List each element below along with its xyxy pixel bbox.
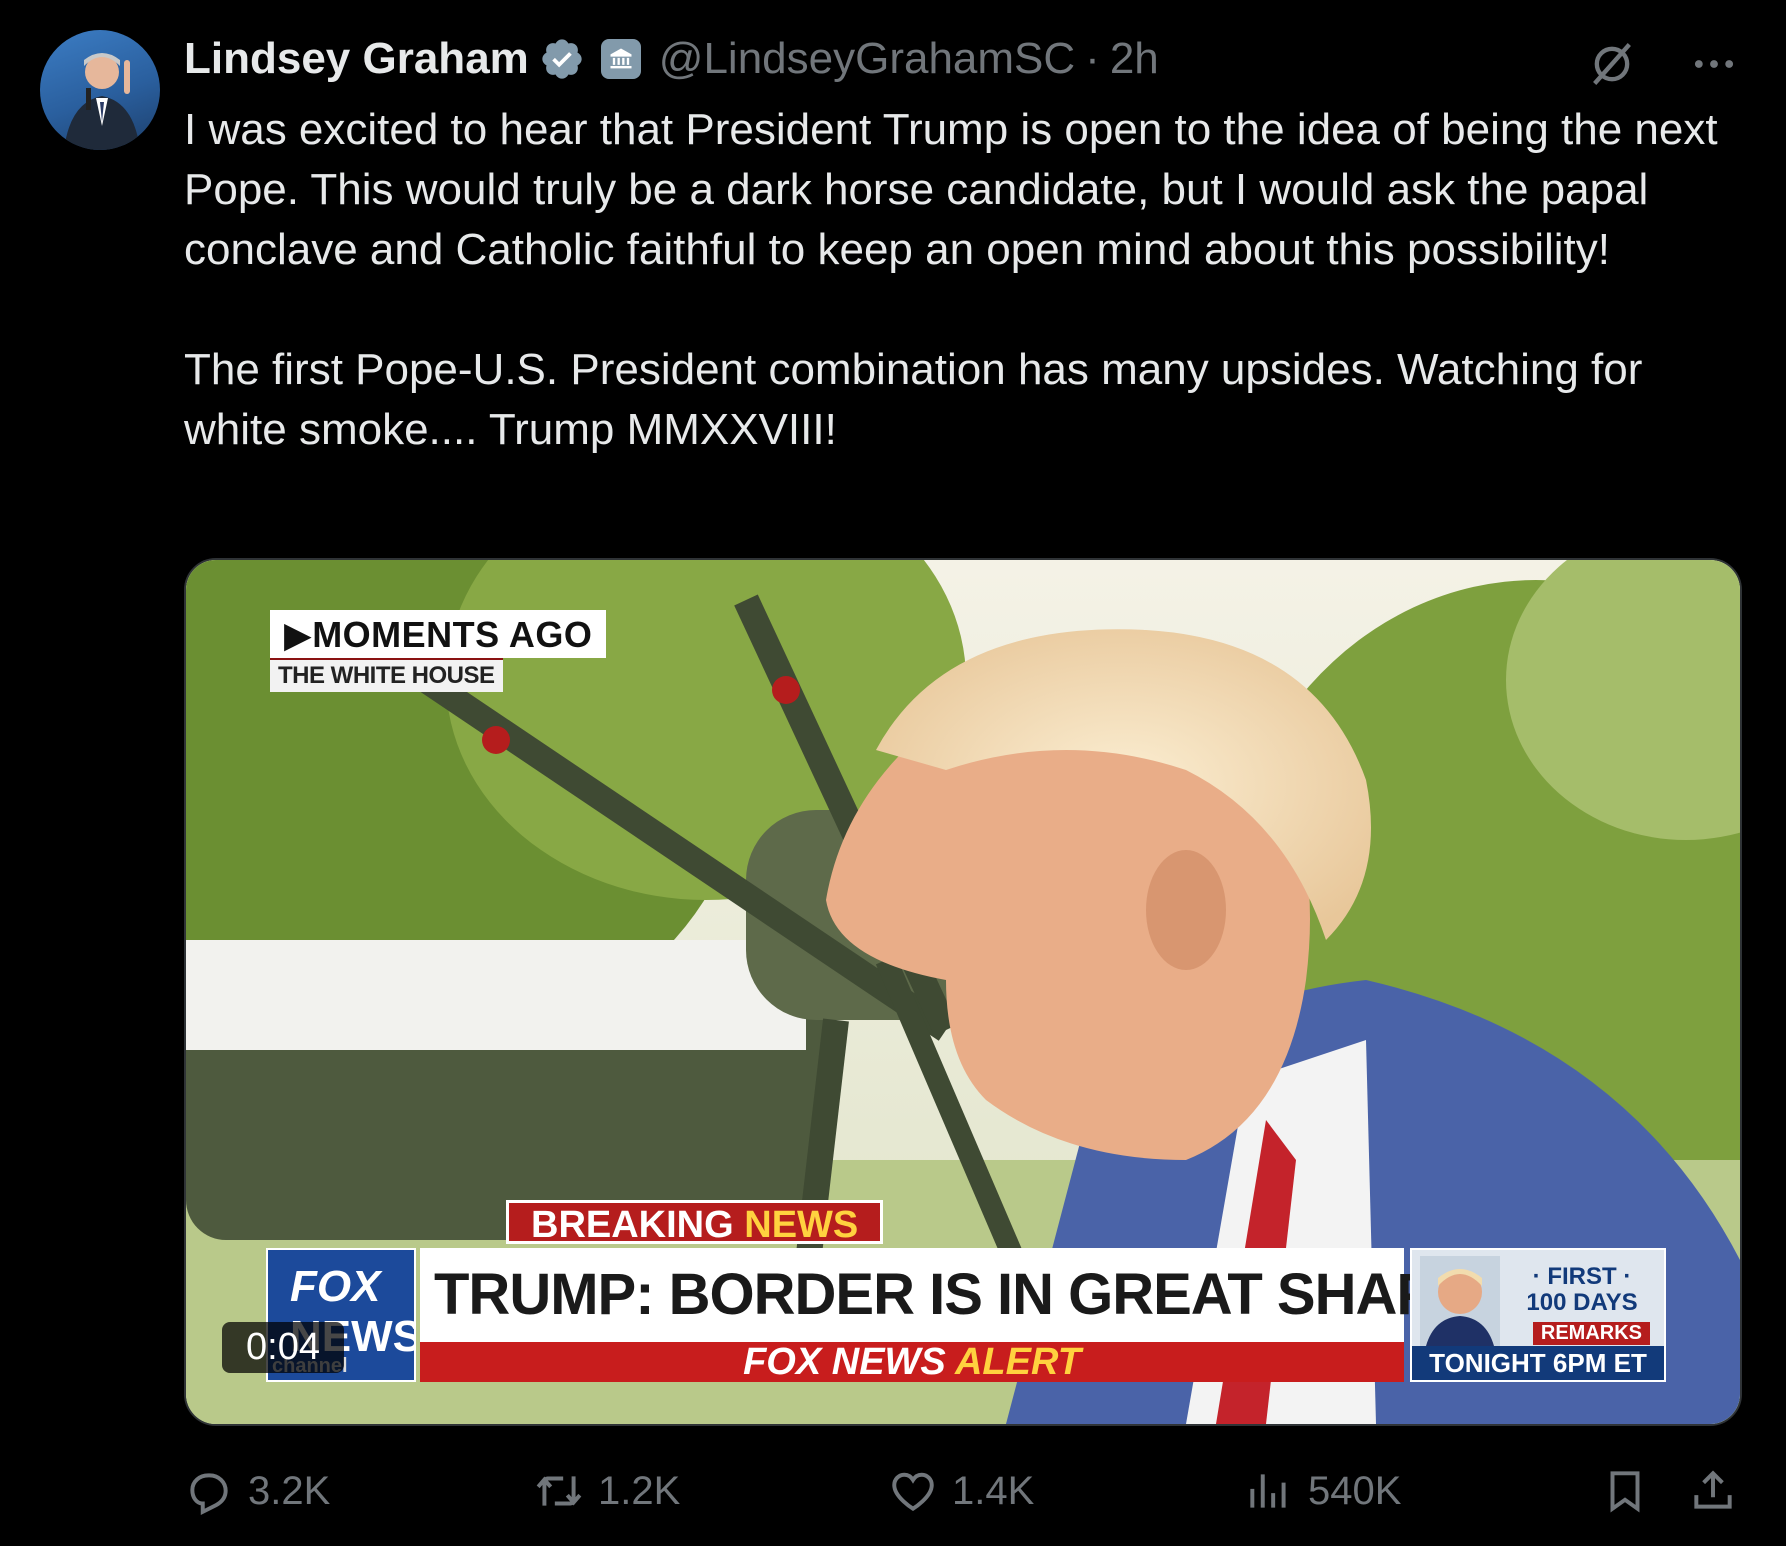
video-player[interactable]: ▶MOMENTS AGO THE WHITE HOUSE BREAKING NE… bbox=[184, 558, 1742, 1426]
repost-count: 1.2K bbox=[598, 1468, 681, 1513]
moments-ago-tag: ▶MOMENTS AGO THE WHITE HOUSE bbox=[270, 610, 607, 692]
tweet-paragraph-2: The first Pope-U.S. President combinatio… bbox=[184, 345, 1643, 454]
promo-title: · FIRST · 100 DAYS bbox=[1512, 1264, 1652, 1316]
repost-icon bbox=[536, 1476, 582, 1506]
timestamp[interactable]: 2h bbox=[1110, 34, 1159, 84]
logo-line-1: FOX bbox=[290, 1262, 381, 1311]
news-label: NEWS bbox=[744, 1204, 859, 1246]
fox-news-alert-bar: FOX NEWS ALERT bbox=[420, 1342, 1404, 1382]
tweet[interactable]: Lindsey Graham @LindseyGrahamSC · 2h I w… bbox=[0, 0, 1786, 1546]
tweet-paragraph-1: I was excited to hear that President Tru… bbox=[184, 105, 1718, 274]
avatar[interactable] bbox=[40, 30, 160, 150]
verified-badge-icon[interactable] bbox=[539, 36, 585, 82]
bookmark-icon bbox=[1610, 1471, 1640, 1513]
reply-icon bbox=[190, 1473, 228, 1516]
heart-icon bbox=[892, 1472, 934, 1512]
moments-ago-label: MOMENTS AGO bbox=[312, 614, 593, 655]
news-headline: TRUMP: BORDER IS IN GREAT SHAPE bbox=[420, 1248, 1473, 1342]
promo-days: 100 DAYS bbox=[1526, 1289, 1638, 1316]
breaking-label: BREAKING bbox=[531, 1204, 734, 1246]
action-bar: 3.2K 1.2K 1.4K 540K bbox=[184, 1456, 1738, 1526]
like-button[interactable]: 1.4K bbox=[888, 1456, 1034, 1526]
tweet-header: Lindsey Graham @LindseyGrahamSC · 2h bbox=[184, 28, 1746, 90]
location-label: THE WHITE HOUSE bbox=[270, 658, 503, 692]
video-duration: 0:04 bbox=[222, 1322, 344, 1373]
promo-box: · FIRST · 100 DAYS REMARKS TONIGHT 6PM E… bbox=[1410, 1248, 1666, 1382]
more-options-icon[interactable] bbox=[1688, 38, 1740, 90]
separator: · bbox=[1085, 34, 1100, 83]
government-building-icon[interactable] bbox=[600, 39, 641, 79]
tweet-text: I was excited to hear that President Tru… bbox=[184, 100, 1744, 460]
promo-first: · FIRST · bbox=[1532, 1263, 1632, 1290]
promo-remarks: REMARKS bbox=[1532, 1322, 1650, 1345]
avatar-image bbox=[64, 53, 140, 150]
reply-button[interactable]: 3.2K bbox=[184, 1456, 330, 1526]
alert-prefix: FOX NEWS bbox=[743, 1341, 946, 1383]
like-count: 1.4K bbox=[952, 1468, 1035, 1513]
share-button[interactable] bbox=[1688, 1456, 1738, 1526]
alert-word: ALERT bbox=[954, 1341, 1081, 1383]
handle[interactable]: @LindseyGrahamSC bbox=[659, 34, 1075, 84]
views-count: 540K bbox=[1308, 1468, 1402, 1513]
news-lower-third: BREAKING NEWS FOX NEWS channel TRUMP: BO… bbox=[266, 1200, 1666, 1400]
repost-button[interactable]: 1.2K bbox=[534, 1456, 680, 1526]
share-icon bbox=[1694, 1470, 1732, 1509]
breaking-news-banner: BREAKING NEWS bbox=[506, 1200, 884, 1246]
views-chart-icon bbox=[1250, 1474, 1286, 1508]
grok-icon[interactable] bbox=[1586, 38, 1638, 90]
reply-count: 3.2K bbox=[248, 1468, 331, 1513]
views-button[interactable]: 540K bbox=[1244, 1456, 1401, 1526]
display-name[interactable]: Lindsey Graham bbox=[184, 34, 529, 84]
bookmark-button[interactable] bbox=[1600, 1456, 1650, 1526]
promo-portrait bbox=[1420, 1256, 1500, 1346]
promo-time: TONIGHT 6PM ET bbox=[1412, 1346, 1664, 1380]
